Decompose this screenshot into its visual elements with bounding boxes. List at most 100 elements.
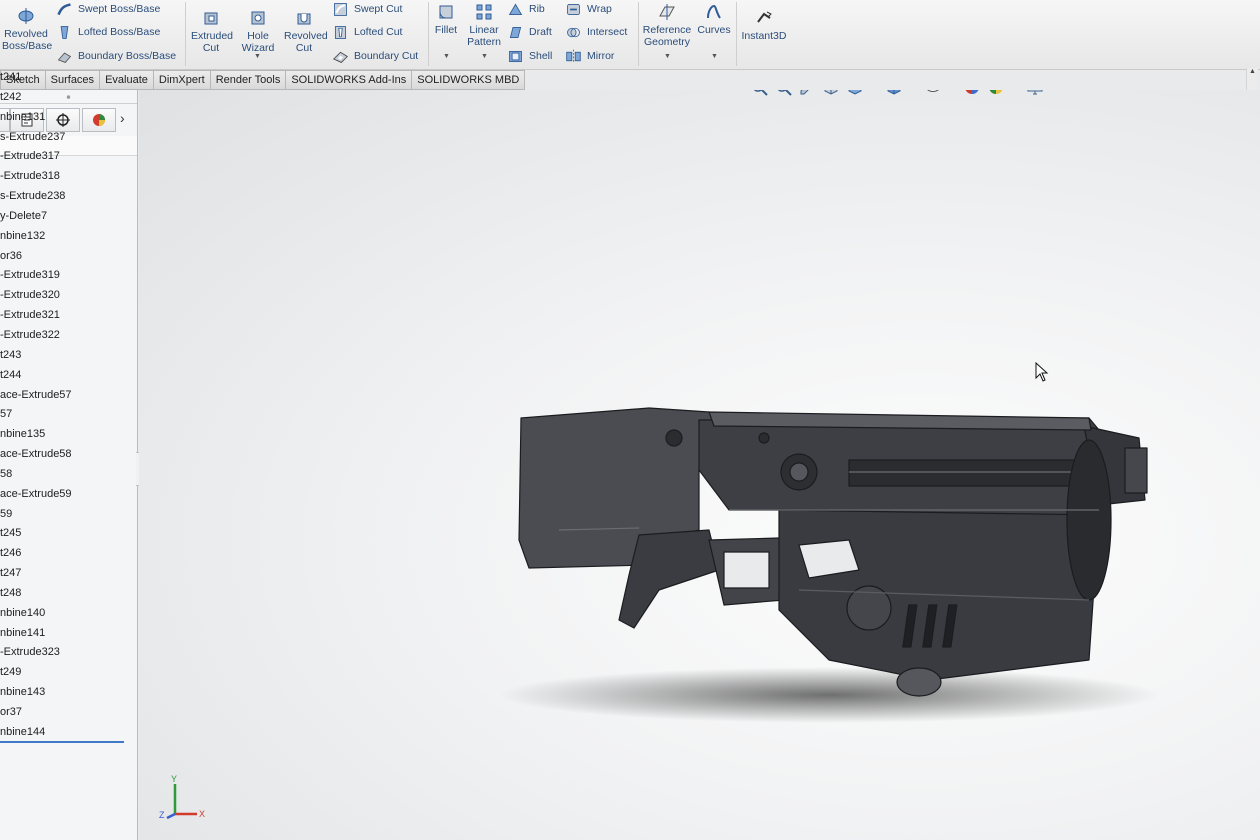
- section-view-icon[interactable]: [821, 90, 841, 97]
- tab-solidworks-mbd[interactable]: SOLIDWORKS MBD: [412, 70, 526, 90]
- boundary-cut-label: Boundary Cut: [354, 50, 419, 62]
- feature-tree-item[interactable]: t242: [0, 88, 124, 108]
- graphics-viewport[interactable]: ▼ ▼ ▼ ▼ ▼: [139, 90, 1260, 840]
- dynamic-annotation-icon[interactable]: [845, 90, 865, 97]
- draft-button[interactable]: Draft: [507, 23, 552, 41]
- feature-tree-item[interactable]: nbine135: [0, 425, 124, 445]
- hole-wizard-button[interactable]: Hole Wizard: [237, 8, 279, 54]
- wrap-icon: [567, 3, 580, 15]
- hole-wizard-dropdown-icon[interactable]: ▼: [254, 53, 261, 60]
- hide-show-items-icon[interactable]: [923, 90, 943, 97]
- feature-tree-item[interactable]: t244: [0, 366, 124, 386]
- feature-tree-item[interactable]: t249: [0, 663, 124, 683]
- feature-tree-item[interactable]: -Extrude317: [0, 147, 124, 167]
- feature-tree-item[interactable]: nbine143: [0, 683, 124, 703]
- curves-button[interactable]: Curves: [696, 2, 732, 36]
- feature-tree-item[interactable]: t247: [0, 564, 124, 584]
- feature-tree-item[interactable]: nbine141: [0, 624, 124, 644]
- view-settings-dropdown-icon[interactable]: ▼: [1049, 90, 1056, 91]
- feature-tree-item[interactable]: nbine131: [0, 108, 124, 128]
- lofted-cut-button[interactable]: Lofted Cut: [332, 23, 402, 41]
- feature-tree-item[interactable]: s-Extrude238: [0, 187, 124, 207]
- feature-tree-item[interactable]: t245: [0, 524, 124, 544]
- swept-cut-button[interactable]: Swept Cut: [332, 0, 402, 18]
- feature-tree-item[interactable]: t248: [0, 584, 124, 604]
- extruded-cut-button[interactable]: Extruded Cut: [188, 8, 234, 54]
- boundary-boss-icon: [57, 52, 72, 63]
- zoom-to-fit-icon[interactable]: [749, 90, 769, 97]
- feature-tree-item[interactable]: -Extrude319: [0, 266, 124, 286]
- edit-appearance-icon[interactable]: [962, 90, 982, 97]
- lofted-boss-label: Lofted Boss/Base: [78, 26, 161, 38]
- ribbon-separator: [185, 2, 186, 66]
- rib-button[interactable]: Rib: [507, 0, 545, 18]
- apply-scene-dropdown-icon[interactable]: ▼: [1010, 90, 1017, 91]
- feature-tree-item[interactable]: nbine132: [0, 227, 124, 247]
- feature-tree-item[interactable]: nbine140: [0, 604, 124, 624]
- feature-tree-item[interactable]: ace-Extrude58: [0, 445, 124, 465]
- wrap-button[interactable]: Wrap: [565, 0, 612, 18]
- extruded-cut-label: Extruded Cut: [191, 30, 234, 54]
- swept-cut-icon: [334, 2, 347, 16]
- hide-show-dropdown-icon[interactable]: ▼: [947, 90, 954, 91]
- view-orientation-dropdown-icon[interactable]: ▼: [869, 90, 876, 91]
- swept-boss-button[interactable]: Swept Boss/Base: [56, 0, 160, 18]
- feature-tree-item[interactable]: t241: [0, 68, 124, 88]
- fillet-button[interactable]: Fillet: [430, 2, 462, 36]
- display-style-dropdown-icon[interactable]: ▼: [908, 90, 915, 91]
- feature-tree-item[interactable]: t243: [0, 346, 124, 366]
- mirror-button[interactable]: Mirror: [565, 47, 614, 65]
- revolved-boss-button[interactable]: Revolved Boss/Base: [2, 6, 53, 52]
- rib-label: Rib: [529, 3, 545, 15]
- tab-dimxpert[interactable]: DimXpert: [153, 70, 211, 90]
- revolved-cut-button[interactable]: Revolved Cut: [282, 8, 328, 54]
- previous-view-icon[interactable]: [797, 90, 817, 97]
- feature-tree-item[interactable]: t246: [0, 544, 124, 564]
- feature-tree-item[interactable]: -Extrude320: [0, 286, 124, 306]
- tab-render-tools[interactable]: Render Tools: [210, 70, 287, 90]
- lofted-boss-button[interactable]: Lofted Boss/Base: [56, 23, 160, 41]
- revolved-boss-label: Revolved Boss/Base: [2, 28, 53, 52]
- feature-tree-item[interactable]: ace-Extrude57: [0, 386, 124, 406]
- feature-tree-item[interactable]: nbine144: [0, 723, 124, 743]
- boundary-cut-icon: [332, 51, 348, 63]
- feature-tree-item[interactable]: 59: [0, 505, 124, 525]
- 3d-model-rifle[interactable]: [499, 390, 1179, 750]
- boundary-cut-button[interactable]: Boundary Cut: [332, 47, 418, 65]
- feature-tree-item[interactable]: or37: [0, 703, 124, 723]
- view-settings-icon[interactable]: [1025, 90, 1045, 97]
- linear-pattern-button[interactable]: Linear Pattern: [464, 2, 504, 48]
- feature-tree-item[interactable]: -Extrude321: [0, 306, 124, 326]
- feature-tree-item[interactable]: ace-Extrude59: [0, 485, 124, 505]
- instant3d-label: Instant3D: [741, 30, 787, 42]
- scroll-up-icon[interactable]: ▲: [1247, 68, 1258, 75]
- linear-pattern-dropdown-icon[interactable]: ▼: [481, 53, 488, 60]
- feature-tree-item[interactable]: 58: [0, 465, 124, 485]
- feature-tree-item[interactable]: -Extrude318: [0, 167, 124, 187]
- feature-tree-item[interactable]: s-Extrude237: [0, 128, 124, 148]
- instant3d-button[interactable]: Instant3D: [738, 8, 790, 42]
- feature-tree-item[interactable]: y-Delete7: [0, 207, 124, 227]
- lofted-boss-icon: [60, 25, 69, 39]
- boundary-boss-button[interactable]: Boundary Boss/Base: [56, 47, 176, 65]
- feature-tree-item[interactable]: or36: [0, 247, 124, 267]
- feature-tree-item[interactable]: -Extrude323: [0, 643, 124, 663]
- feature-tree-item[interactable]: -Extrude322: [0, 326, 124, 346]
- instant3d-icon: [757, 11, 772, 23]
- tab-solidworks-add-ins[interactable]: SOLIDWORKS Add-Ins: [286, 70, 413, 90]
- triad-z-label: Z: [159, 810, 165, 820]
- zoom-to-area-icon[interactable]: [773, 90, 793, 97]
- hole-wizard-icon: [251, 11, 265, 25]
- hole-wizard-label: Hole Wizard: [241, 30, 275, 54]
- apply-scene-icon[interactable]: [986, 90, 1006, 97]
- intersect-button[interactable]: Intersect: [565, 23, 627, 41]
- reference-geometry-button[interactable]: Reference Geometry: [640, 2, 694, 48]
- feature-tree-item[interactable]: 57: [0, 405, 124, 425]
- wrap-label: Wrap: [587, 3, 612, 15]
- lofted-cut-icon: [334, 25, 347, 39]
- shell-button[interactable]: Shell: [507, 47, 552, 65]
- fillet-dropdown-icon[interactable]: ▼: [443, 53, 450, 60]
- display-style-icon[interactable]: [884, 90, 904, 97]
- reference-geometry-dropdown-icon[interactable]: ▼: [664, 53, 671, 60]
- curves-dropdown-icon[interactable]: ▼: [711, 53, 718, 60]
